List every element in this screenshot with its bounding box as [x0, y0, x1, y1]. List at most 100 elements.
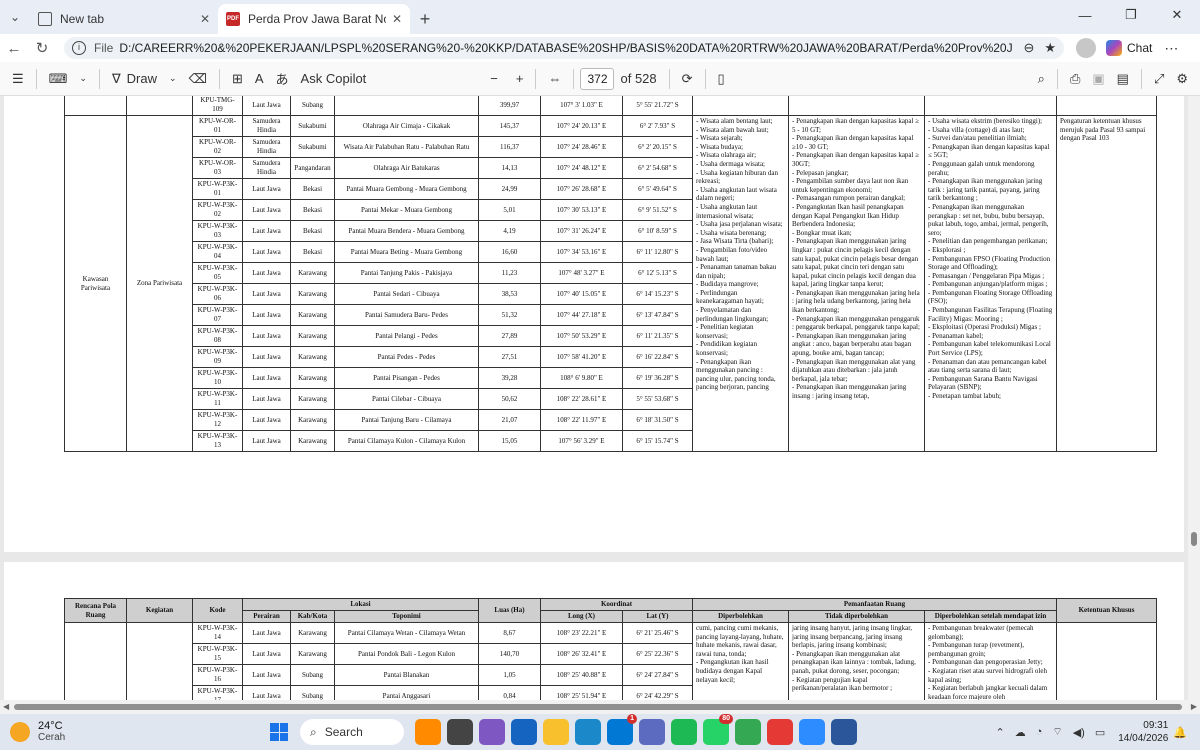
cell-lat: 6° 24' 42.29" S: [622, 685, 693, 700]
zoom-app-icon[interactable]: [799, 719, 825, 745]
tab-pdf-document[interactable]: PDF Perda Prov Jawa Barat No 9 Tahun ✕: [218, 4, 410, 34]
tab-search-chevron-icon[interactable]: ⌄: [0, 0, 30, 34]
cell-toponimi: Pantai Muara Gembong - Muara Gembong: [334, 178, 479, 200]
cell-long: 108° 25' 51.94" E: [540, 685, 623, 700]
omnibox[interactable]: i File D:/CAREERR%20&%20PEKERJAAN/LPSPL%…: [64, 37, 1064, 59]
weather-widget[interactable]: 24°C Cerah: [10, 720, 170, 744]
profile-avatar[interactable]: [1076, 38, 1096, 58]
cell-toponimi: Pantai Tanjung Pakis - Pakisjaya: [334, 262, 479, 284]
clock[interactable]: 09:31 14/04/2026: [1118, 719, 1168, 745]
page-view-icon[interactable]: ▯: [712, 62, 731, 96]
wifi-icon[interactable]: ⌔: [1052, 725, 1062, 739]
cell: [924, 96, 1057, 116]
cell-kode: KPU-W-P3K-06: [192, 283, 243, 305]
cell-luas: 16,60: [478, 241, 541, 263]
fit-to-width-icon[interactable]: ⇔: [542, 62, 567, 96]
cell-luas: 0,84: [478, 685, 541, 700]
minimize-icon[interactable]: —: [1062, 0, 1108, 30]
text-box-icon[interactable]: ⊞: [226, 62, 249, 96]
divider: [668, 68, 670, 89]
copilot-chat-button[interactable]: Chat: [1106, 40, 1152, 56]
eraser-icon[interactable]: ⌫: [183, 62, 213, 96]
header-perairan: Perairan: [242, 610, 291, 623]
cell-kab: Karawang: [290, 622, 335, 644]
cell-kode: KPU-W-P3K-13: [192, 430, 243, 452]
battery-icon[interactable]: ▭: [1095, 726, 1105, 739]
notification-bell-icon[interactable]: 🔔: [1173, 726, 1187, 739]
close-window-icon[interactable]: ✕: [1154, 0, 1200, 30]
close-tab-icon[interactable]: ✕: [200, 12, 210, 26]
settings-app-icon[interactable]: [511, 719, 537, 745]
spotify-icon[interactable]: [671, 719, 697, 745]
info-icon[interactable]: i: [72, 41, 86, 55]
more-menu-icon[interactable]: ⋯: [1164, 40, 1178, 57]
chevron-up-icon[interactable]: ⌃: [995, 726, 1004, 739]
url-scheme: File: [94, 41, 114, 55]
word-app-icon[interactable]: [831, 719, 857, 745]
cell-tidak-diperbolehkan: - Penangkapan ikan dengan kapasitas kapa…: [788, 115, 925, 452]
settings-gear-icon[interactable]: ⚙: [1170, 62, 1194, 96]
windows-start-icon[interactable]: [270, 723, 288, 741]
onedrive-icon[interactable]: ☁: [1015, 726, 1026, 739]
print-icon[interactable]: ⎙: [1064, 62, 1086, 96]
contents-list-icon[interactable]: ☰: [6, 62, 30, 96]
url-text[interactable]: D:/CAREERR%20&%20PEKERJAAN/LPSPL%20SERAN…: [119, 41, 1013, 55]
reload-icon[interactable]: ↻: [28, 34, 56, 62]
horizontal-scrollbar[interactable]: ◀ ▶: [0, 700, 1200, 714]
vertical-scrollbar[interactable]: [1188, 96, 1200, 700]
read-aloud-icon[interactable]: A: [249, 62, 270, 96]
chevron-down-icon[interactable]: ⌄: [73, 62, 93, 96]
whatsapp-icon[interactable]: 80: [703, 714, 733, 745]
scroll-thumb[interactable]: [1191, 532, 1197, 546]
cell-lat: 6° 2' 7.93" S: [622, 115, 693, 137]
cell-kab: Karawang: [290, 283, 335, 305]
tab-new-tab[interactable]: New tab ✕: [30, 4, 218, 34]
page-number-input[interactable]: 372: [580, 67, 615, 90]
cell-toponimi: Wisata Air Palabuhan Ratu - Palabuhan Ra…: [334, 136, 479, 158]
cell-kab: Bekasi: [290, 241, 335, 263]
cell-kab: Karawang: [290, 643, 335, 665]
scroll-right-icon[interactable]: ▶: [1191, 700, 1197, 714]
zoom-lens-icon[interactable]: ⊖: [1023, 40, 1034, 56]
store-app-icon[interactable]: 1: [607, 714, 637, 745]
chrome-icon[interactable]: [735, 719, 761, 745]
volume-icon[interactable]: ◀): [1073, 726, 1085, 739]
draw-button[interactable]: ∇ Draw: [106, 62, 163, 96]
translate-icon[interactable]: あ: [270, 62, 295, 96]
teams-app-icon[interactable]: [639, 719, 665, 745]
file-explorer-icon[interactable]: [543, 719, 569, 745]
back-arrow-icon[interactable]: ←: [0, 34, 28, 62]
cell-kab: Karawang: [290, 325, 335, 347]
header-pemanfaatan: Pemanfaatan Ruang: [691, 598, 1058, 611]
taskbar-search[interactable]: ⌕ Search: [300, 719, 404, 745]
new-tab-button[interactable]: +: [410, 4, 440, 34]
scroll-thumb[interactable]: [14, 704, 1182, 710]
chevron-down-icon[interactable]: ⌄: [163, 62, 183, 96]
fullscreen-icon[interactable]: ⤢: [1148, 62, 1170, 96]
restore-icon[interactable]: ❐: [1108, 0, 1154, 30]
chrome-profile-icon[interactable]: [767, 719, 793, 745]
save-as-icon[interactable]: ▤: [1111, 62, 1135, 96]
edge-browser-icon[interactable]: [575, 719, 601, 745]
scroll-left-icon[interactable]: ◀: [3, 700, 9, 714]
save-icon[interactable]: ▣: [1086, 62, 1110, 96]
bookmark-star-icon[interactable]: ★: [1044, 40, 1056, 56]
rotate-icon[interactable]: ⟳: [676, 62, 699, 96]
highlight-icon[interactable]: ⌨: [43, 62, 74, 96]
zoom-in-button[interactable]: +: [510, 62, 530, 96]
close-tab-icon[interactable]: ✕: [392, 12, 402, 26]
tray-app-icon[interactable]: ◔: [1036, 726, 1043, 738]
zoom-out-button[interactable]: −: [484, 62, 504, 96]
tab-title: New tab: [60, 12, 105, 26]
search-icon: ⌕: [310, 724, 317, 739]
fish-app-icon[interactable]: [415, 719, 441, 745]
cell-long: 107° 34' 53.16" E: [540, 241, 623, 263]
sun-icon: [10, 722, 30, 742]
task-view-icon[interactable]: [447, 719, 473, 745]
ask-copilot-button[interactable]: Ask Copilot: [295, 62, 373, 96]
search-icon[interactable]: ⌕: [1032, 62, 1051, 96]
pdf-viewer[interactable]: KPU-TMG-109 Laut Jawa Subang 399,97 107°…: [0, 96, 1200, 700]
cell-toponimi: Pantai Tanjung Baru - Cilamaya: [334, 409, 479, 431]
cell-perairan: Laut Jawa: [242, 199, 291, 221]
copilot-app-icon[interactable]: [479, 719, 505, 745]
